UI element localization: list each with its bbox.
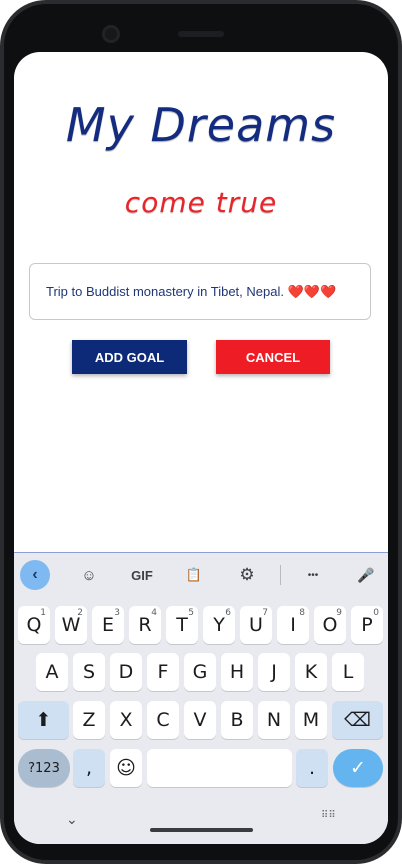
emoji-key-icon[interactable]: ☺ — [110, 749, 142, 787]
key-hint: 8 — [299, 608, 305, 618]
key-e[interactable]: E3 — [92, 606, 124, 644]
keyboard-toolbar: ‹ ☺ GIF 📋 ⚙ ••• 🎤 — [14, 553, 388, 597]
gif-icon[interactable]: GIF — [127, 561, 157, 589]
key-p[interactable]: P0 — [351, 606, 383, 644]
key-x[interactable]: X — [110, 701, 142, 739]
key-hint: 6 — [225, 608, 231, 618]
key-hint: 4 — [151, 608, 157, 618]
shift-key-icon[interactable]: ⬆ — [18, 701, 69, 739]
key-label: I — [290, 614, 296, 636]
more-icon[interactable]: ••• — [300, 561, 326, 589]
key-c[interactable]: C — [147, 701, 179, 739]
key-k[interactable]: K — [295, 653, 327, 691]
key-hint: 3 — [114, 608, 120, 618]
symbols-key[interactable]: ?123 — [18, 749, 70, 787]
key-label: Q — [26, 614, 42, 636]
key-s[interactable]: S — [73, 653, 105, 691]
key-g[interactable]: G — [184, 653, 216, 691]
key-f[interactable]: F — [147, 653, 179, 691]
app-subtitle: come true — [124, 186, 278, 219]
key-hint: 1 — [40, 608, 46, 618]
clipboard-icon[interactable]: 📋 — [183, 561, 205, 589]
period-key[interactable]: . — [296, 749, 328, 787]
key-y[interactable]: Y6 — [203, 606, 235, 644]
key-i[interactable]: I8 — [277, 606, 309, 644]
key-o[interactable]: O9 — [314, 606, 346, 644]
key-z[interactable]: Z — [73, 701, 105, 739]
key-a[interactable]: A — [36, 653, 68, 691]
sticker-icon[interactable]: ☺ — [78, 561, 100, 589]
key-label: U — [249, 614, 263, 636]
add-goal-button[interactable]: ADD GOAL — [72, 340, 187, 374]
key-label: T — [176, 614, 188, 636]
key-u[interactable]: U7 — [240, 606, 272, 644]
key-label: P — [361, 614, 373, 636]
key-w[interactable]: W2 — [55, 606, 87, 644]
key-label: R — [138, 614, 152, 636]
key-label: Y — [213, 614, 225, 636]
key-n[interactable]: N — [258, 701, 290, 739]
key-m[interactable]: M — [295, 701, 327, 739]
cancel-button[interactable]: CANCEL — [216, 340, 330, 374]
hide-keyboard-chevron-icon[interactable]: ⌄ — [66, 811, 78, 828]
goal-input[interactable] — [44, 283, 370, 300]
key-label: E — [101, 614, 114, 636]
front-camera-icon — [102, 25, 120, 43]
key-label: O — [322, 614, 338, 636]
key-j[interactable]: J — [258, 653, 290, 691]
key-b[interactable]: B — [221, 701, 253, 739]
key-hint: 9 — [336, 608, 342, 618]
comma-key[interactable]: , — [73, 749, 105, 787]
soft-keyboard: ‹ ☺ GIF 📋 ⚙ ••• 🎤 Q1 W2 E3 R4 T5 Y6 U7 I… — [14, 552, 388, 844]
navigation-bar: ⌄ ⠿⠿ — [14, 801, 388, 844]
goal-input-field[interactable] — [29, 263, 371, 320]
phone-bezel: My Dreams come true ADD GOAL CANCEL ‹ ☺ … — [0, 0, 402, 864]
key-r[interactable]: R4 — [129, 606, 161, 644]
enter-check-icon[interactable]: ✓ — [333, 749, 383, 787]
toolbar-divider — [280, 565, 281, 585]
keyboard-switch-icon[interactable]: ⠿⠿ — [321, 810, 336, 821]
spacebar-key[interactable] — [147, 749, 292, 787]
key-t[interactable]: T5 — [166, 606, 198, 644]
key-d[interactable]: D — [110, 653, 142, 691]
microphone-icon[interactable]: 🎤 — [355, 561, 377, 589]
backspace-key-icon[interactable]: ⌫ — [332, 701, 383, 739]
key-hint: 2 — [77, 608, 83, 618]
key-hint: 0 — [373, 608, 379, 618]
keyboard-back-icon[interactable]: ‹ — [20, 560, 50, 590]
app-title: My Dreams — [65, 98, 337, 152]
key-l[interactable]: L — [332, 653, 364, 691]
key-h[interactable]: H — [221, 653, 253, 691]
phone-device: My Dreams come true ADD GOAL CANCEL ‹ ☺ … — [0, 0, 402, 864]
app-screen: My Dreams come true ADD GOAL CANCEL ‹ ☺ … — [14, 52, 388, 844]
key-q[interactable]: Q1 — [18, 606, 50, 644]
home-gesture-bar[interactable] — [150, 828, 253, 832]
key-hint: 5 — [188, 608, 194, 618]
key-v[interactable]: V — [184, 701, 216, 739]
earpiece-speaker — [178, 31, 224, 37]
key-hint: 7 — [262, 608, 268, 618]
gear-icon[interactable]: ⚙ — [236, 561, 258, 589]
